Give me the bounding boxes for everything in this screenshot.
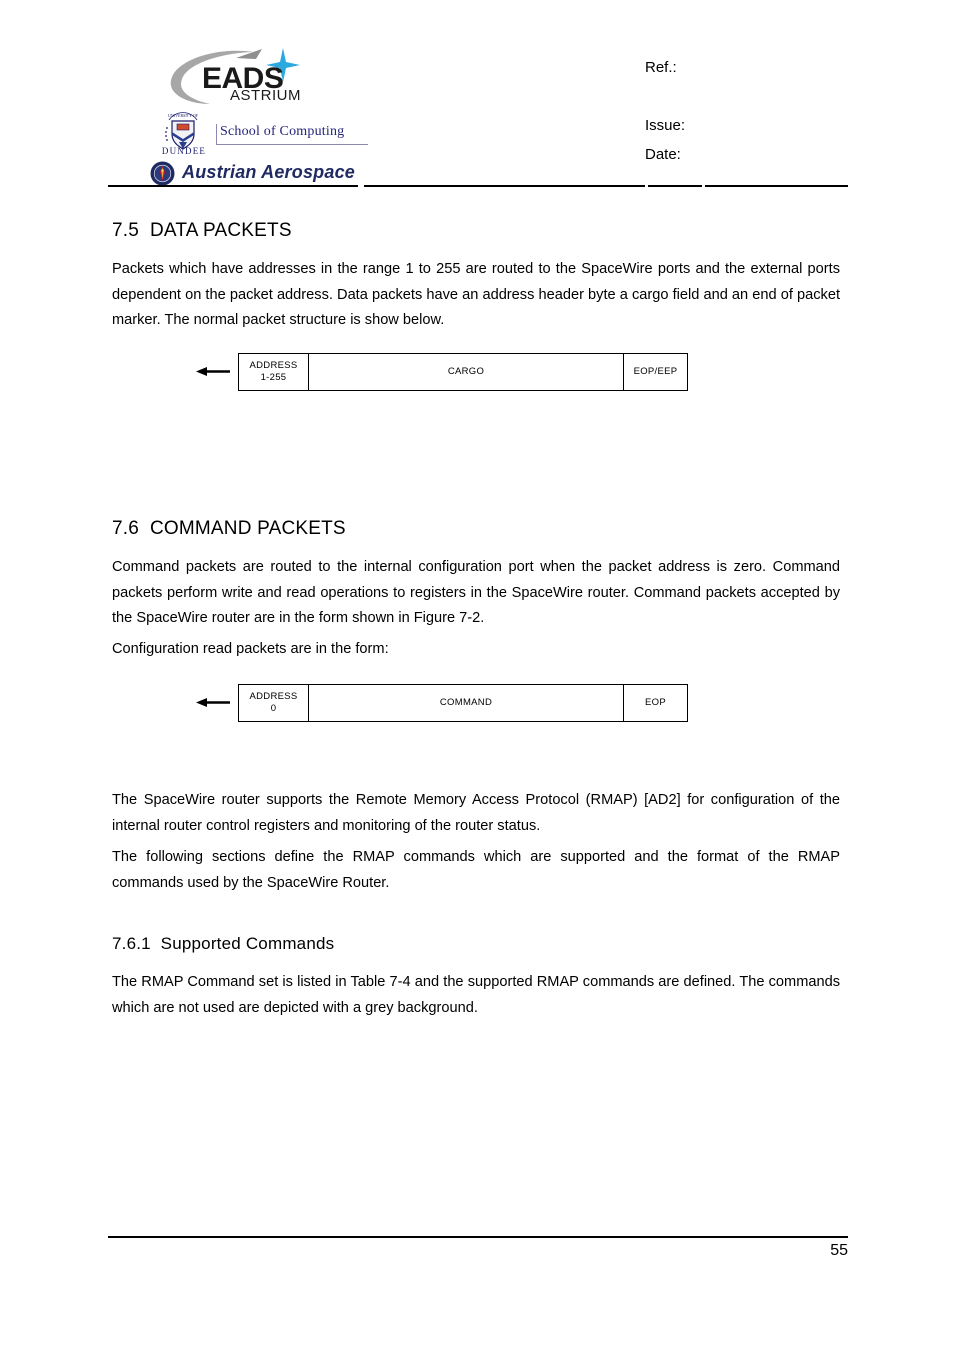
section-heading-7-5: 7.5 DATA PACKETS xyxy=(112,220,292,241)
packet-field-address: ADDRESS 1-255 xyxy=(239,354,309,390)
school-of-computing-label: School of Computing xyxy=(220,124,345,139)
soc-divider-vertical xyxy=(216,124,217,145)
packet-field-eop: EOP/EEP xyxy=(624,354,687,390)
date-label: Date: xyxy=(645,146,681,163)
dundee-school-of-computing-logo: UNIVERSITY OF DUNDEE School of Computing xyxy=(152,112,368,158)
date-row: Date: xyxy=(645,146,695,163)
astrium-wordmark: ASTRIUM xyxy=(230,87,301,104)
footer-divider xyxy=(108,1236,848,1238)
packet-field-line1: ADDRESS xyxy=(249,691,298,702)
left-arrow-icon xyxy=(196,367,230,376)
paragraph-rmap-sections: The following sections define the RMAP c… xyxy=(112,849,840,891)
packet-field-line1: EOP xyxy=(645,697,666,708)
issue-row: Issue: xyxy=(645,117,699,134)
header-divider-segment xyxy=(705,185,848,187)
header-divider-segment xyxy=(364,185,645,187)
paragraph-data-packets: Packets which have addresses in the rang… xyxy=(112,261,840,328)
packet-field-eop: EOP xyxy=(624,685,687,721)
header-logos: EADS ASTRIUM UNIVERSITY OF DUNDEE School… xyxy=(108,36,368,188)
eads-astrium-logo: EADS ASTRIUM xyxy=(158,46,333,108)
austrian-aerospace-logo: Austrian Aerospace xyxy=(150,160,366,188)
packet-field-line1: CARGO xyxy=(447,366,485,377)
data-packet-fields: ADDRESS 1-255 CARGO EOP/EEP xyxy=(238,353,688,391)
header-metadata: Ref.: Issue: Date: xyxy=(645,36,855,188)
packet-field-command: COMMAND xyxy=(309,685,624,721)
issue-label: Issue: xyxy=(645,117,686,134)
austrian-aerospace-emblem-icon xyxy=(150,161,175,186)
packet-field-line1: ADDRESS xyxy=(249,360,298,371)
command-packet-fields: ADDRESS 0 COMMAND EOP xyxy=(238,684,688,722)
packet-field-address: ADDRESS 0 xyxy=(239,685,309,721)
packet-field-line1: EOP/EEP xyxy=(633,366,678,377)
data-packet-diagram: ADDRESS 1-255 CARGO EOP/EEP xyxy=(196,353,776,391)
austrian-aerospace-wordmark: Austrian Aerospace xyxy=(182,162,355,182)
ref-row: Ref.: xyxy=(645,59,691,76)
packet-field-line2: 0 xyxy=(270,703,277,714)
svg-text:UNIVERSITY OF: UNIVERSITY OF xyxy=(168,113,199,118)
paragraph-rmap-support: The SpaceWire router supports the Remote… xyxy=(112,792,840,834)
page-number: 55 xyxy=(830,1242,848,1259)
page-header: EADS ASTRIUM UNIVERSITY OF DUNDEE School… xyxy=(108,36,848,188)
left-arrow-icon xyxy=(196,698,230,707)
paragraph-supported-commands: The RMAP Command set is listed in Table … xyxy=(112,974,840,1016)
packet-field-line2: 1-255 xyxy=(260,372,287,383)
dundee-wordmark: DUNDEE xyxy=(161,146,207,156)
paragraph-command-packets-2: Configuration read packets are in the fo… xyxy=(112,641,389,657)
document-page: EADS ASTRIUM UNIVERSITY OF DUNDEE School… xyxy=(0,0,954,1350)
section-heading-7-6: 7.6 COMMAND PACKETS xyxy=(112,518,346,539)
ref-label: Ref.: xyxy=(645,59,677,76)
header-divider xyxy=(108,185,848,187)
soc-divider xyxy=(216,144,368,145)
packet-field-cargo: CARGO xyxy=(309,354,624,390)
header-divider-segment xyxy=(648,185,702,187)
paragraph-command-packets-1: Command packets are routed to the intern… xyxy=(112,559,840,626)
packet-field-line1: COMMAND xyxy=(439,697,493,708)
command-packet-diagram: ADDRESS 0 COMMAND EOP xyxy=(196,684,776,722)
section-heading-7-6-1: 7.6.1 Supported Commands xyxy=(112,934,335,953)
header-divider-segment xyxy=(108,185,358,187)
